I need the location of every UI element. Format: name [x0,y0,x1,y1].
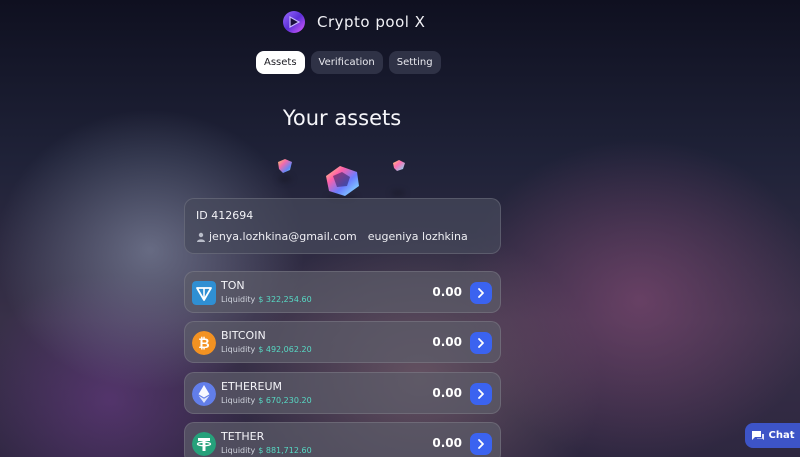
user-name: eugeniya lozhkina [367,230,468,243]
asset-row-ton[interactable]: TON Liquidity $ 322,254.60 0.00 [184,271,501,313]
asset-row-ethereum[interactable]: ETHEREUM Liquidity $ 670,230.20 0.00 [184,372,501,414]
asset-liquidity: Liquidity $ 322,254.60 [221,295,312,304]
chevron-right-icon [478,338,484,348]
chevron-right-icon [478,288,484,298]
asset-name: TETHER [221,430,265,443]
ethereum-icon [192,382,216,406]
bitcoin-icon: ₿ [192,331,216,355]
chat-button[interactable]: Chat [745,423,800,448]
user-email: jenya.lozhkina@gmail.com [209,230,357,243]
tab-bar: Assets Verification Setting [256,51,441,74]
page-title: Your assets [282,106,402,130]
asset-liquidity: Liquidity $ 670,230.20 [221,396,312,405]
tab-setting[interactable]: Setting [388,51,441,74]
liquidity-value: $ 670,230.20 [258,396,312,405]
liquidity-value: $ 492,062.20 [258,345,312,354]
chevron-right-icon [478,439,484,449]
user-icon [197,232,205,242]
ton-icon [192,281,216,305]
gem-shadow [391,190,405,196]
asset-liquidity: Liquidity $ 492,062.20 [221,345,312,354]
chat-icon [751,430,764,440]
tab-assets[interactable]: Assets [256,51,305,74]
small-gem-left-icon [278,159,292,173]
app-header: Crypto pool X [282,10,425,34]
main-content: Crypto pool X Assets Verification Settin… [0,0,800,457]
asset-balance: 0.00 [432,335,462,349]
tether-icon [192,432,216,456]
asset-balance: 0.00 [432,386,462,400]
asset-name: ETHEREUM [221,380,283,393]
liquidity-value: $ 881,712.60 [258,446,312,455]
profile-details: jenya.lozhkina@gmail.com eugeniya lozhki… [196,230,468,243]
small-gem-right-icon [393,160,405,171]
open-asset-button[interactable] [470,433,492,455]
asset-name: TON [221,279,245,292]
crypto-pool-logo-icon [283,11,305,33]
gem-shadow [278,176,292,182]
open-asset-button[interactable] [470,332,492,354]
asset-liquidity: Liquidity $ 881,712.60 [221,446,312,455]
asset-name: BITCOIN [221,329,266,342]
svg-text:₿: ₿ [198,336,209,352]
asset-row-tether[interactable]: TETHER Liquidity $ 881,712.60 0.00 [184,422,501,457]
profile-card: ID 412694 jenya.lozhkina@gmail.com eugen… [184,198,501,254]
asset-row-bitcoin[interactable]: ₿ BITCOIN Liquidity $ 492,062.20 0.00 [184,321,501,363]
tab-verification[interactable]: Verification [310,51,383,74]
app-title: Crypto pool X [317,13,426,31]
user-id: ID 412694 [196,209,254,222]
asset-balance: 0.00 [432,436,462,450]
chevron-right-icon [478,389,484,399]
chat-label: Chat [768,430,795,441]
open-asset-button[interactable] [470,383,492,405]
asset-balance: 0.00 [432,285,462,299]
liquidity-value: $ 322,254.60 [258,295,312,304]
large-gem-icon [326,166,359,196]
open-asset-button[interactable] [470,282,492,304]
